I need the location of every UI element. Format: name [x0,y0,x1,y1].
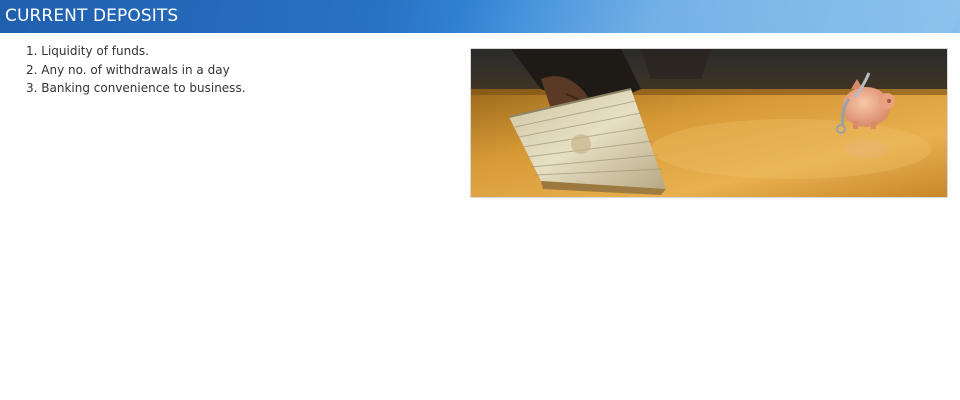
features-list: 1. Liquidity of funds. 2. Any no. of wit… [26,42,246,98]
page-title: CURRENT DEPOSITS [5,6,179,26]
page-header-bar: CURRENT DEPOSITS [0,0,960,33]
money-piggybank-image [470,48,948,198]
feature-item-liquidity: 1. Liquidity of funds. [26,44,149,58]
feature-item-withdrawals: 2. Any no. of withdrawals in a day [26,62,230,77]
feature-item-convenience: 3. Banking convenience to business. [26,81,246,95]
header-sheen [450,0,960,33]
